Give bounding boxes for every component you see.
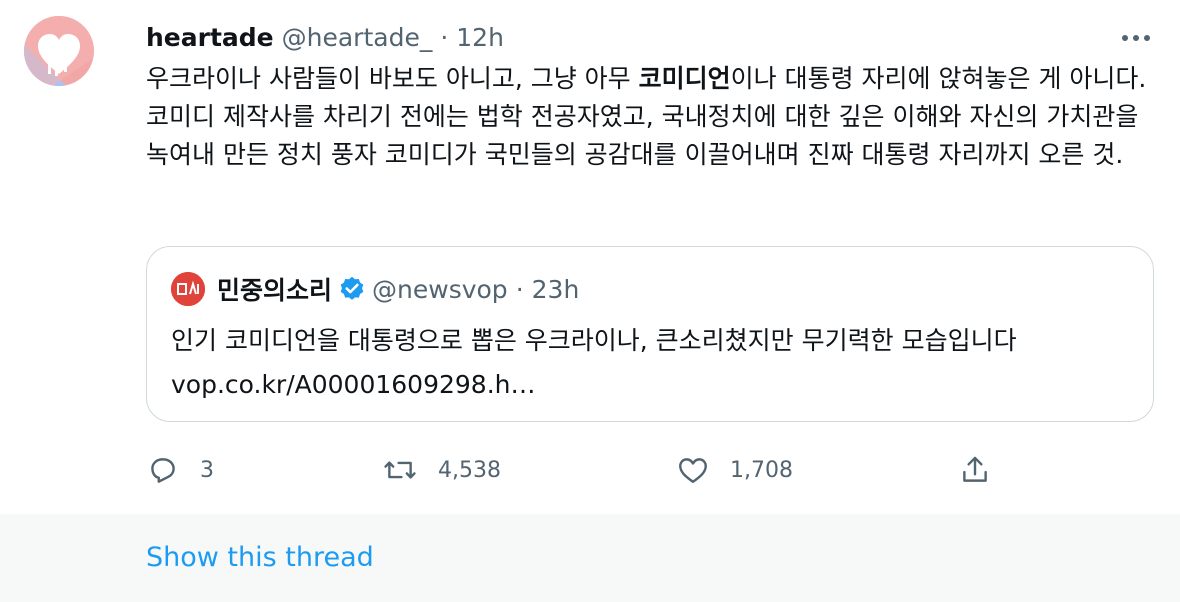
quote-display-name[interactable]: 민중의소리 xyxy=(217,271,332,307)
quote-avatar xyxy=(171,272,205,306)
retweet-count: 4,538 xyxy=(438,457,501,483)
vop-logo-icon xyxy=(171,272,205,306)
like-count: 1,708 xyxy=(730,457,793,483)
quote-text-line: 인기 코미디언을 대통령으로 뽑은 우크라이나, 큰소리쳤지만 무기력한 모습입… xyxy=(171,326,1017,355)
thread-footer: Show this thread xyxy=(0,514,1180,602)
separator-dot: · xyxy=(440,22,449,52)
timestamp[interactable]: 12h xyxy=(456,23,504,52)
reply-icon xyxy=(151,458,175,483)
avatar[interactable] xyxy=(24,16,94,86)
retweet-button[interactable]: 4,538 xyxy=(382,450,501,490)
quoted-tweet[interactable]: 민중의소리 @newsvop · 23h 인기 코미디언을 대통령으로 뽑은 우… xyxy=(146,246,1154,422)
tweet-actions: 3 4,538 1,708 xyxy=(146,450,1046,490)
retweet-icon xyxy=(384,461,416,479)
reply-count: 3 xyxy=(200,457,214,483)
tweet[interactable]: heartade @heartade_ · 12h 우크라이나 사람들이 바보도… xyxy=(0,0,1180,514)
more-dots-icon xyxy=(1122,35,1150,41)
share-button[interactable] xyxy=(958,450,992,490)
reply-button[interactable]: 3 xyxy=(146,450,214,490)
quote-text: 인기 코미디언을 대통령으로 뽑은 우크라이나, 큰소리쳤지만 무기력한 모습입… xyxy=(171,319,1131,407)
quote-separator-dot: · xyxy=(515,274,524,304)
quote-timestamp[interactable]: 23h xyxy=(532,275,580,304)
heart-avatar-icon xyxy=(24,16,94,86)
quote-handle[interactable]: @newsvop xyxy=(372,275,508,304)
tweet-text-bold: 코미디언 xyxy=(638,64,731,93)
like-button[interactable]: 1,708 xyxy=(676,450,793,490)
tweet-text-part: 우크라이나 사람들이 바보도 아니고, 그냥 아무 xyxy=(146,64,639,93)
share-icon xyxy=(963,456,987,482)
tweet-header: heartade @heartade_ · 12h xyxy=(146,20,1140,54)
display-name[interactable]: heartade xyxy=(146,23,274,52)
user-handle[interactable]: @heartade_ xyxy=(282,23,433,52)
like-icon xyxy=(679,458,707,483)
show-thread-link[interactable]: Show this thread xyxy=(146,542,374,573)
quote-link[interactable]: vop.co.kr/A00001609298.h… xyxy=(171,363,1131,407)
tweet-text: 우크라이나 사람들이 바보도 아니고, 그냥 아무 코미디언이나 대통령 자리에… xyxy=(146,60,1156,174)
quote-header: 민중의소리 @newsvop · 23h xyxy=(171,271,579,307)
more-options-button[interactable] xyxy=(1120,24,1152,52)
verified-badge-icon xyxy=(340,276,364,300)
